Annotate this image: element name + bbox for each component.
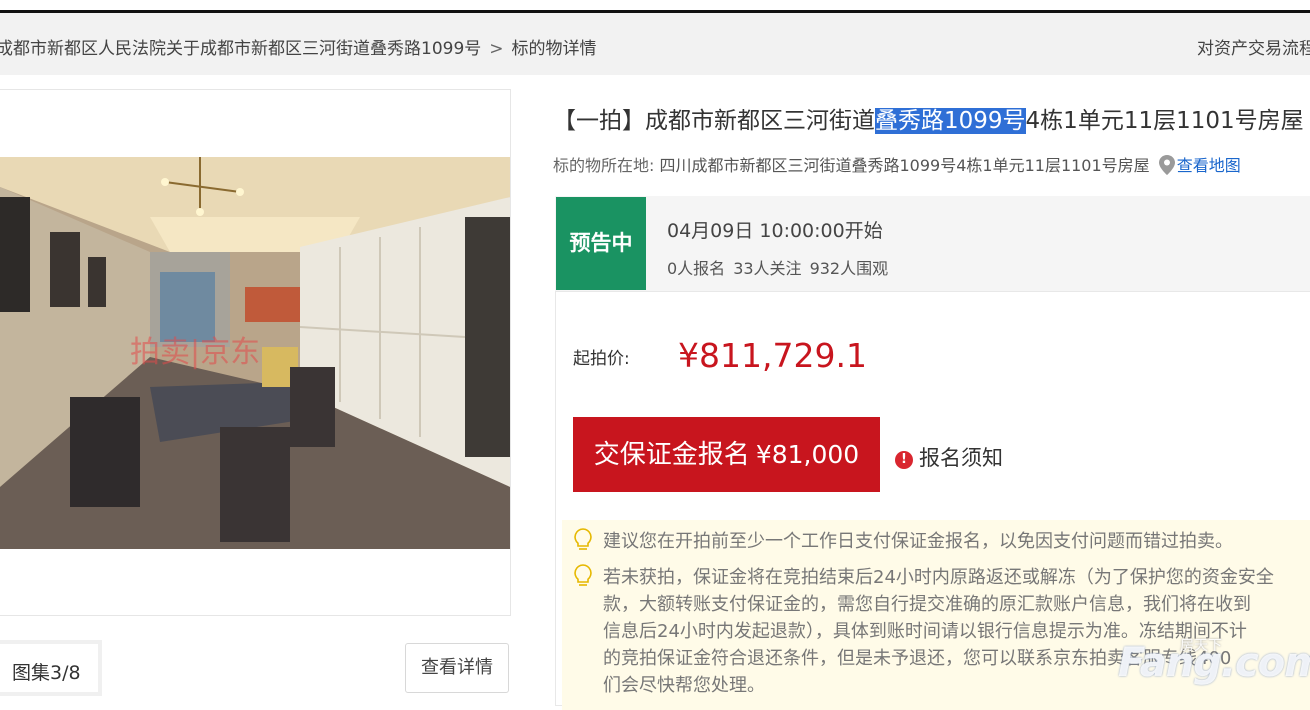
registration-notice-label: 报名须知 [919,446,1003,470]
album-counter[interactable]: 图集3/8 [0,640,102,696]
signup-count: 0人报名 [667,259,726,278]
title-prefix: 【一拍】成都市新都区三河街道 [553,108,875,134]
breadcrumb-item-current: 标的物详情 [511,39,597,59]
tip-2-line-2: 款，大额转账支付保证金的，需您自行提交准确的原汇款账户信息，我们将在收到 [603,594,1251,615]
pay-deposit-button[interactable]: 交保证金报名 ¥81,000 [573,417,880,492]
tip-1: 建议您在开拍前至少一个工作日支付保证金报名，以免因支付问题而错过拍卖。 [603,531,1233,552]
view-details-button[interactable]: 查看详情 [405,643,509,693]
breadcrumb-separator: > [489,39,504,59]
site-watermark: Fang.com [1118,640,1310,686]
listing-title: 【一拍】成都市新都区三河街道叠秀路1099号4栋1单元11层1101号房屋 [553,101,1304,135]
tip-2-line-1: 若未获拍，保证金将在竞拍结束后24小时内原路返还或解冻（为了保护您的资金安全 [603,567,1274,588]
view-map-link[interactable]: 查看地图 [1177,156,1241,175]
breadcrumb-item-court[interactable]: 成都市新都区人民法院关于成都市新都区三河街道叠秀路1099号 [0,39,481,59]
album-counter-label: 图集3/8 [12,662,81,684]
auction-stats: 0人报名 33人关注 932人围观 [667,255,896,279]
start-time: 04月09日 10:00:00开始 [667,220,883,242]
asset-trade-process-link[interactable]: 对资产交易流程 [1197,34,1310,59]
lightbulb-icon [572,563,594,589]
follower-count: 33人关注 [733,259,802,278]
lightbulb-icon [572,527,594,553]
property-photo[interactable]: 拍卖|京东 [0,157,510,549]
location-row: 标的物所在地: 四川成都市新都区三河街道叠秀路1099号4栋1单元11层1101… [553,152,1241,179]
breadcrumb: 成都市新都区人民法院关于成都市新都区三河街道叠秀路1099号 > 标的物详情 [0,34,597,59]
location-label: 标的物所在地: [553,156,655,175]
map-pin-icon [1158,155,1175,179]
viewer-count: 932人围观 [809,259,889,278]
title-suffix: 4栋1单元11层1101号房屋 [1025,108,1304,134]
status-badge: 预告中 [556,197,646,290]
deposit-amount: ¥81,000 [755,440,860,469]
registration-notice-link[interactable]: ! 报名须知 [895,442,1003,472]
photo-watermark: 拍卖|京东 [130,335,260,370]
deposit-button-label: 交保证金报名 [593,440,750,470]
start-price: ¥811,729.1 [678,336,867,375]
title-highlight: 叠秀路1099号 [875,108,1026,134]
alert-icon: ! [895,451,913,469]
tip-2-line-5: 们会尽快帮您处理。 [603,675,765,696]
start-price-label: 起拍价: [573,349,630,369]
location-address: 四川成都市新都区三河街道叠秀路1099号4栋1单元11层1101号房屋 [659,156,1150,175]
